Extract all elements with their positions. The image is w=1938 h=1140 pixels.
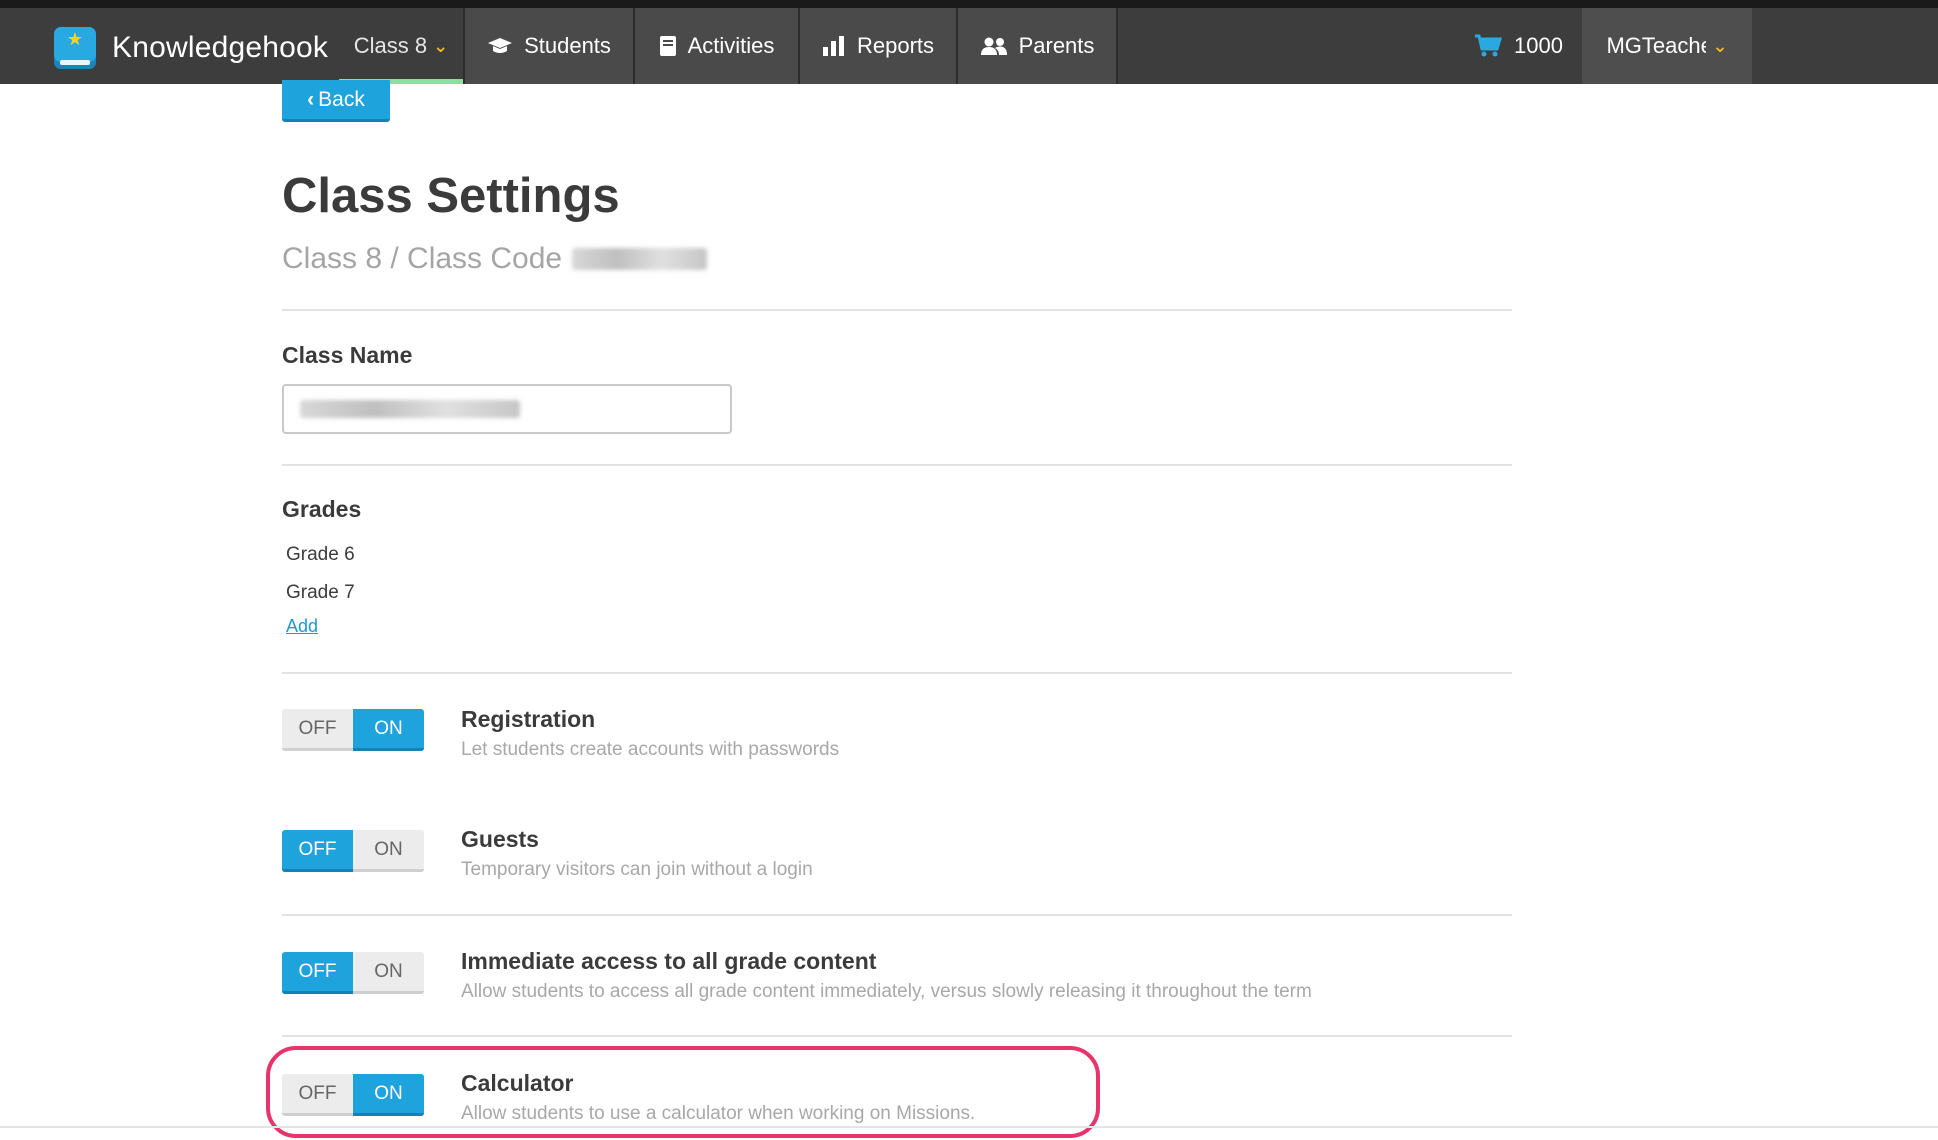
page-bottom-divider bbox=[0, 1126, 1938, 1128]
nav-tab-reports-label: Reports bbox=[856, 33, 935, 58]
bar-chart-icon bbox=[822, 35, 846, 57]
graduation-cap-icon bbox=[487, 36, 513, 56]
grade-item: Grade 7 bbox=[286, 582, 355, 603]
setting-desc-guests: Temporary visitors can join without a lo… bbox=[461, 859, 813, 880]
guests-toggle[interactable]: OFF ON bbox=[282, 830, 424, 872]
section-divider bbox=[282, 914, 1512, 916]
setting-desc-registration: Let students create accounts with passwo… bbox=[461, 739, 840, 760]
user-name: MGTeacher bbox=[1606, 33, 1706, 58]
nav-tab-students-label: Students bbox=[524, 33, 611, 58]
section-divider bbox=[282, 464, 1512, 466]
nav-tab-parents-label: Parents bbox=[1018, 33, 1095, 58]
back-button-label: Back bbox=[318, 87, 365, 111]
toggle-on-option[interactable]: ON bbox=[353, 830, 424, 872]
nav-tab-reports[interactable]: Reports bbox=[800, 8, 958, 84]
setting-title-immediate-access: Immediate access to all grade content bbox=[461, 948, 877, 974]
chevron-down-icon: ⌄ bbox=[1712, 35, 1728, 56]
redacted-class-code bbox=[572, 248, 708, 270]
nav-tab-students[interactable]: Students bbox=[465, 8, 635, 84]
chevron-left-icon: ‹ bbox=[307, 87, 315, 111]
back-button[interactable]: ‹ Back bbox=[282, 80, 390, 122]
registration-toggle[interactable]: OFF ON bbox=[282, 709, 424, 751]
toggle-off-option[interactable]: OFF bbox=[282, 952, 353, 994]
class-selector-label: Class 8 bbox=[353, 33, 428, 58]
nav-tab-activities-label: Activities bbox=[687, 33, 775, 58]
section-divider bbox=[282, 1035, 1512, 1037]
class-name-label: Class Name bbox=[282, 342, 413, 368]
users-icon bbox=[980, 36, 1008, 56]
brand[interactable]: ★ Knowledgehook bbox=[54, 26, 328, 70]
book-icon bbox=[659, 35, 677, 57]
toggle-off-option[interactable]: OFF bbox=[282, 709, 353, 751]
page-subtitle: Class 8 / Class Code bbox=[282, 242, 708, 276]
cart-count: 1000 bbox=[1514, 33, 1563, 58]
nav-tab-activities[interactable]: Activities bbox=[635, 8, 800, 84]
class-name-input[interactable] bbox=[282, 384, 732, 434]
toggle-on-option[interactable]: ON bbox=[353, 709, 424, 751]
class-selector-dropdown[interactable]: Class 8 ⌄ bbox=[339, 8, 465, 84]
shopping-cart-icon bbox=[1474, 34, 1502, 58]
toggle-on-option[interactable]: ON bbox=[353, 952, 424, 994]
chevron-down-icon: ⌄ bbox=[433, 35, 449, 56]
cart-button[interactable]: 1000 bbox=[1474, 8, 1563, 84]
page-title: Class Settings bbox=[282, 169, 620, 223]
class-code-label: Class 8 / Class Code bbox=[282, 242, 563, 275]
toggle-off-option[interactable]: OFF bbox=[282, 830, 353, 872]
knowledgehook-logo-icon: ★ bbox=[54, 27, 96, 69]
nav-tab-parents[interactable]: Parents bbox=[958, 8, 1118, 84]
grades-label: Grades bbox=[282, 496, 362, 522]
setting-title-guests: Guests bbox=[461, 826, 539, 852]
setting-title-registration: Registration bbox=[461, 706, 596, 732]
section-divider bbox=[282, 309, 1512, 311]
top-navigation-bar: ★ Knowledgehook Class 8 ⌄ Students Activ… bbox=[0, 0, 1938, 84]
calculator-highlight-annotation bbox=[266, 1046, 1100, 1138]
section-divider bbox=[282, 672, 1512, 674]
redacted-class-name bbox=[300, 400, 520, 418]
user-menu-dropdown[interactable]: MGTeacher ⌄ bbox=[1582, 8, 1752, 84]
setting-desc-immediate-access: Allow students to access all grade conte… bbox=[461, 981, 1312, 1002]
add-grade-link[interactable]: Add bbox=[286, 616, 318, 637]
grade-item: Grade 6 bbox=[286, 544, 355, 565]
immediate-access-toggle[interactable]: OFF ON bbox=[282, 952, 424, 994]
brand-name: Knowledgehook bbox=[112, 31, 329, 64]
